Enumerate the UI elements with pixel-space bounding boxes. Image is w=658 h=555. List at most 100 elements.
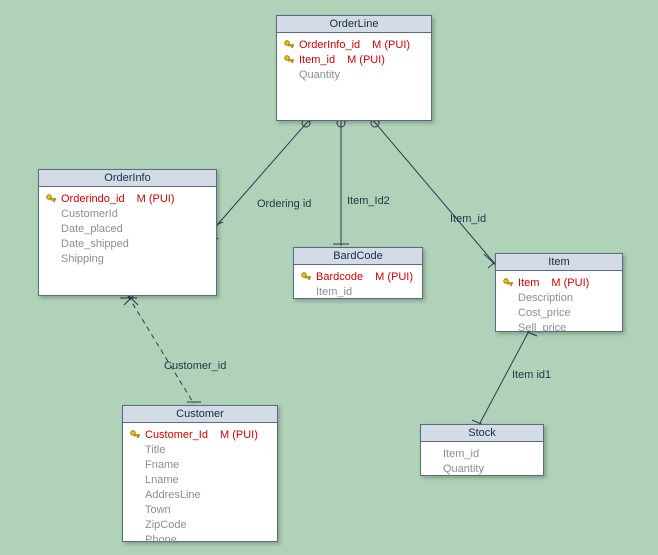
- attr-name: Bardcode: [316, 271, 363, 283]
- attr-row: OrderInfo_id M (PUI): [283, 37, 425, 52]
- attr-icon: [45, 238, 57, 250]
- primary-key-icon: [45, 193, 57, 205]
- attr-icon: [502, 292, 514, 304]
- rel-label-item-id2: Item_Id2: [345, 195, 392, 207]
- attr-note: M (PUI): [137, 193, 175, 205]
- entity-title: BardCode: [294, 248, 422, 265]
- attr-row: Quantity: [283, 67, 425, 82]
- attr-row: Sell_price: [502, 320, 616, 335]
- attr-row: Lname: [129, 472, 271, 487]
- attr-name: Orderindo_id: [61, 193, 125, 205]
- attr-row: AddresLine: [129, 487, 271, 502]
- attr-row: Fname: [129, 457, 271, 472]
- attr-icon: [45, 253, 57, 265]
- attr-row: Date_placed: [45, 221, 210, 236]
- attr-row: Quantity: [427, 461, 537, 476]
- attr-name: Phone: [145, 534, 177, 546]
- attr-name: AddresLine: [145, 489, 201, 501]
- entity-item[interactable]: Item Item M (PUI) Description Cost_price Sel…: [495, 253, 623, 332]
- rel-label-item-id: Item_id: [448, 213, 488, 225]
- attr-row: Phone: [129, 532, 271, 547]
- entity-stock[interactable]: Stock Item_id Quantity: [420, 424, 544, 476]
- attr-name: Description: [518, 292, 573, 304]
- primary-key-icon: [300, 271, 312, 283]
- attr-note: M (PUI): [375, 271, 413, 283]
- attr-row: Orderindo_id M (PUI): [45, 191, 210, 206]
- attr-row: Title: [129, 442, 271, 457]
- attr-icon: [129, 504, 141, 516]
- entity-title: OrderLine: [277, 16, 431, 33]
- attr-row: Item_idM (PUI): [283, 52, 425, 67]
- entity-body: OrderInfo_id M (PUI)Item_idM (PUI) Quantit…: [277, 33, 431, 88]
- attr-name: Quantity: [299, 69, 340, 81]
- attr-name: Town: [145, 504, 171, 516]
- attr-name: Item: [518, 277, 539, 289]
- attr-name: Item_id: [443, 448, 479, 460]
- attr-row: Item_id: [300, 284, 416, 299]
- entity-orderinfo[interactable]: OrderInfo Orderindo_id M (PUI) CustomerId D…: [38, 169, 217, 296]
- entity-title: OrderInfo: [39, 170, 216, 187]
- attr-row: Date_shipped: [45, 236, 210, 251]
- entity-body: Item_id Quantity: [421, 442, 543, 482]
- entity-body: Orderindo_id M (PUI) CustomerId Date_placed…: [39, 187, 216, 272]
- attr-icon: [45, 223, 57, 235]
- attr-icon: [283, 69, 295, 81]
- attr-icon: [502, 322, 514, 334]
- attr-icon: [502, 307, 514, 319]
- attr-row: Description: [502, 290, 616, 305]
- attr-row: CustomerId: [45, 206, 210, 221]
- attr-icon: [129, 459, 141, 471]
- attr-icon: [427, 463, 439, 475]
- attr-name: Cost_price: [518, 307, 571, 319]
- attr-name: Quantity: [443, 463, 484, 475]
- attr-icon: [129, 474, 141, 486]
- attr-icon: [129, 444, 141, 456]
- attr-name: Date_placed: [61, 223, 123, 235]
- entity-orderline[interactable]: OrderLine OrderInfo_id M (PUI)Item_idM (P…: [276, 15, 432, 121]
- primary-key-icon: [283, 39, 295, 51]
- primary-key-icon: [502, 277, 514, 289]
- attr-name: Sell_price: [518, 322, 566, 334]
- entity-barcode[interactable]: BardCode Bardcode M (PUI) Item_id: [293, 247, 423, 299]
- entity-title: Customer: [123, 406, 277, 423]
- attr-row: Item_id: [427, 446, 537, 461]
- attr-name: Shipping: [61, 253, 104, 265]
- attr-icon: [129, 489, 141, 501]
- entity-title: Item: [496, 254, 622, 271]
- rel-label-ordering-id: Ordering id: [255, 198, 313, 210]
- entity-body: Customer_Id M (PUI) Title Fname Lname AddresL…: [123, 423, 277, 553]
- attr-name: Lname: [145, 474, 179, 486]
- attr-name: Customer_Id: [145, 429, 208, 441]
- entity-body: Bardcode M (PUI) Item_id: [294, 265, 422, 305]
- attr-name: Item_id: [299, 54, 335, 66]
- attr-row: Cost_price: [502, 305, 616, 320]
- attr-row: Shipping: [45, 251, 210, 266]
- attr-row: Item M (PUI): [502, 275, 616, 290]
- attr-name: CustomerId: [61, 208, 118, 220]
- attr-row: Town: [129, 502, 271, 517]
- attr-note: M (PUI): [551, 277, 589, 289]
- rel-label-customer-id: Customer_id: [162, 360, 228, 372]
- attr-name: Title: [145, 444, 165, 456]
- attr-icon: [427, 448, 439, 460]
- primary-key-icon: [283, 54, 295, 66]
- attr-icon: [300, 286, 312, 298]
- attr-icon: [129, 534, 141, 546]
- attr-row: ZipCode: [129, 517, 271, 532]
- attr-name: Item_id: [316, 286, 352, 298]
- attr-name: Fname: [145, 459, 179, 471]
- attr-note: M (PUI): [372, 39, 410, 51]
- primary-key-icon: [129, 429, 141, 441]
- entity-customer[interactable]: Customer Customer_Id M (PUI) Title Fname Lna…: [122, 405, 278, 542]
- entity-body: Item M (PUI) Description Cost_price Sell_pri…: [496, 271, 622, 341]
- attr-name: Date_shipped: [61, 238, 129, 250]
- attr-name: OrderInfo_id: [299, 39, 360, 51]
- entity-title: Stock: [421, 425, 543, 442]
- attr-name: ZipCode: [145, 519, 187, 531]
- attr-note: M (PUI): [220, 429, 258, 441]
- attr-row: Customer_Id M (PUI): [129, 427, 271, 442]
- attr-icon: [129, 519, 141, 531]
- attr-icon: [45, 208, 57, 220]
- rel-label-item-id1: Item id1: [510, 369, 553, 381]
- attr-row: Bardcode M (PUI): [300, 269, 416, 284]
